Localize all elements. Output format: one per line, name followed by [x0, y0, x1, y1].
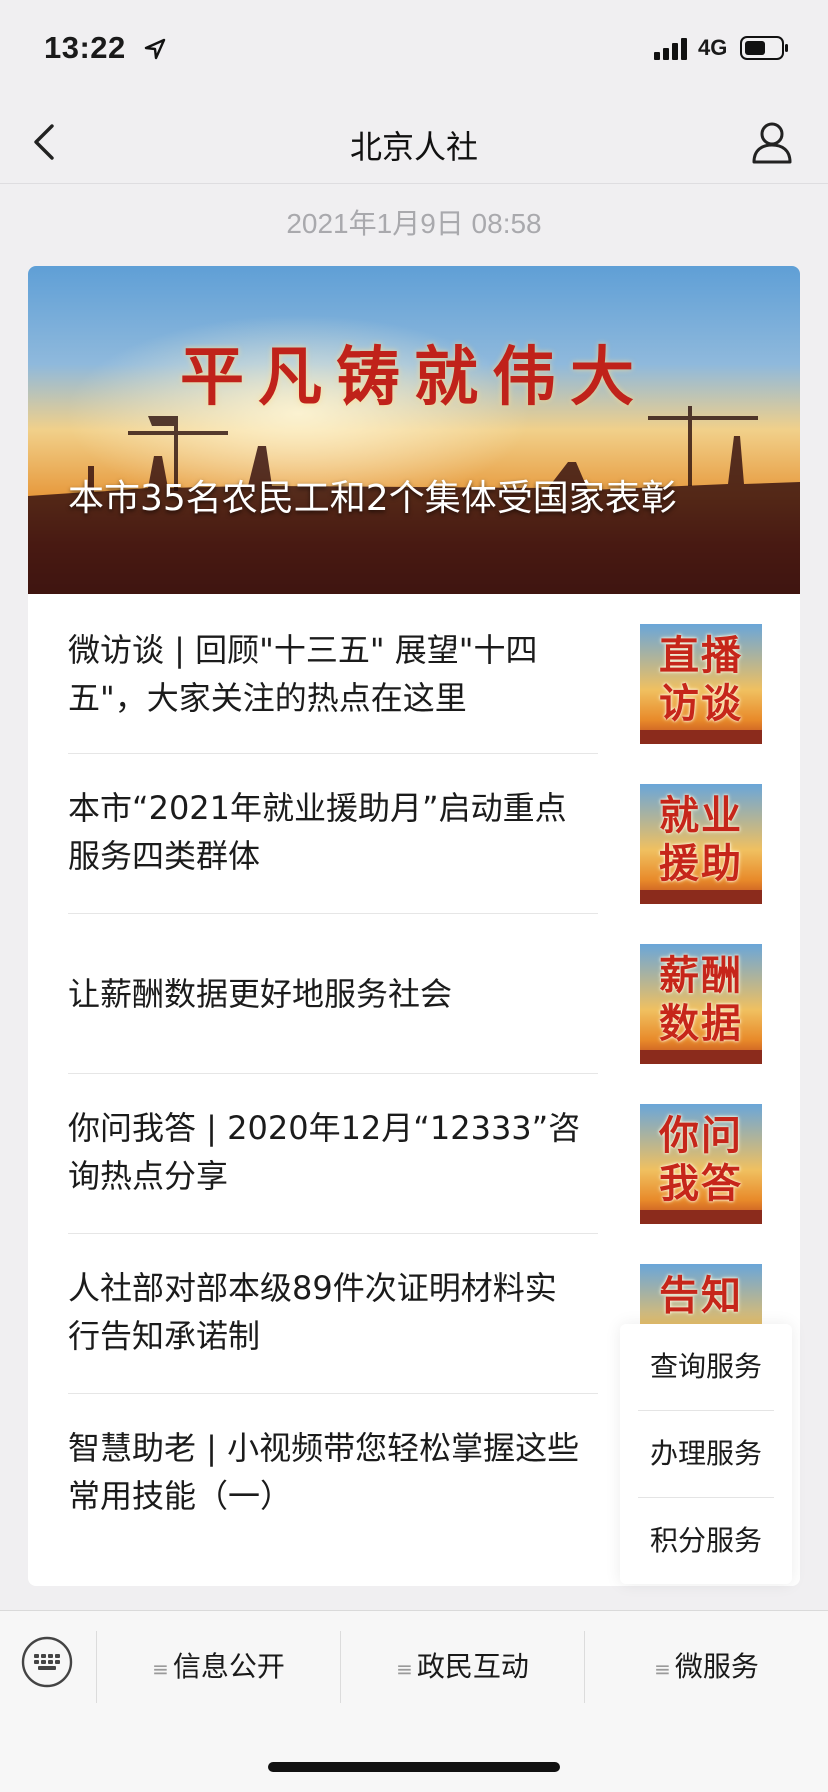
menu-lines-icon: ≡	[654, 1657, 671, 1681]
status-bar: 13:22 4G	[0, 0, 828, 100]
profile-icon[interactable]	[748, 118, 796, 166]
news-item-thumbnail: 就业 援助	[640, 784, 762, 904]
page-title: 北京人社	[349, 128, 478, 166]
home-indicator	[268, 1762, 560, 1772]
news-item-thumbnail: 直播 访谈	[640, 624, 762, 744]
news-item-thumbnail: 薪酬 数据	[640, 944, 762, 1064]
news-item-title: 微访谈 | 回顾"十三五" 展望"十四五"，大家关注的热点在这里	[68, 631, 538, 717]
tab-label: 微服务	[674, 1650, 759, 1683]
tab-label: 信息公开	[172, 1650, 285, 1683]
location-arrow-icon	[144, 38, 166, 60]
cellular-signal-icon	[654, 38, 687, 60]
menu-item-points-service[interactable]: 积分服务	[620, 1498, 792, 1584]
featured-article-title: 本市35名农民工和2个集体受国家表彰	[68, 478, 677, 519]
news-item-title: 智慧助老 | 小视频带您轻松掌握这些常用技能（一）	[68, 1429, 580, 1515]
thumbnail-text: 访谈	[659, 680, 743, 727]
thumbnail-text: 直播	[659, 632, 743, 679]
news-item[interactable]: 让薪酬数据更好地服务社会 薪酬 数据	[28, 914, 800, 1074]
news-item-title: 人社部对部本级89件次证明材料实行告知承诺制	[68, 1269, 557, 1355]
news-item-thumbnail: 你问 我答	[640, 1104, 762, 1224]
news-item[interactable]: 本市“2021年就业援助月”启动重点服务四类群体 就业 援助	[28, 754, 800, 914]
thumbnail-text: 你问	[659, 1112, 743, 1159]
thumbnail-text: 告知	[659, 1272, 743, 1319]
thumbnail-text: 数据	[659, 1000, 743, 1047]
news-item-title: 本市“2021年就业援助月”启动重点服务四类群体	[68, 789, 567, 875]
status-time: 13:22	[44, 30, 126, 65]
news-item-thumbnail: 告知	[640, 1264, 762, 1326]
tab-label: 政民互动	[416, 1650, 529, 1683]
news-item[interactable]: 你问我答 | 2020年12月“12333”咨询热点分享 你问 我答	[28, 1074, 800, 1234]
thumbnail-text: 我答	[659, 1160, 743, 1207]
tab-micro-service[interactable]: ≡ 微服务	[585, 1611, 828, 1723]
banner-slogan: 平凡铸就伟大	[180, 340, 648, 415]
banner-image	[28, 266, 800, 594]
news-item-title: 你问我答 | 2020年12月“12333”咨询热点分享	[68, 1109, 581, 1195]
micro-service-submenu: 查询服务 办理服务 积分服务	[620, 1324, 792, 1584]
menu-lines-icon: ≡	[152, 1657, 169, 1681]
menu-item-handle-service[interactable]: 办理服务	[620, 1411, 792, 1497]
tab-citizen-interaction[interactable]: ≡ 政民互动	[341, 1611, 584, 1723]
thumbnail-text: 薪酬	[659, 952, 743, 999]
keyboard-icon[interactable]	[20, 1635, 74, 1689]
thumbnail-text: 援助	[659, 840, 743, 887]
tab-info-disclosure[interactable]: ≡ 信息公开	[97, 1611, 340, 1723]
network-type: 4G	[698, 35, 728, 60]
menu-lines-icon: ≡	[396, 1657, 413, 1681]
menu-item-query-service[interactable]: 查询服务	[620, 1324, 792, 1410]
navigation-bar: 北京人社	[0, 100, 828, 184]
news-item[interactable]: 微访谈 | 回顾"十三五" 展望"十四五"，大家关注的热点在这里 直播 访谈	[28, 594, 800, 754]
featured-article[interactable]: 平凡铸就伟大 本市35名农民工和2个集体受国家表彰	[28, 266, 800, 594]
battery-icon	[740, 36, 788, 60]
news-item-title: 让薪酬数据更好地服务社会	[68, 975, 453, 1013]
post-date: 2021年1月9日 08:58	[286, 208, 542, 239]
thumbnail-text: 就业	[659, 792, 743, 839]
